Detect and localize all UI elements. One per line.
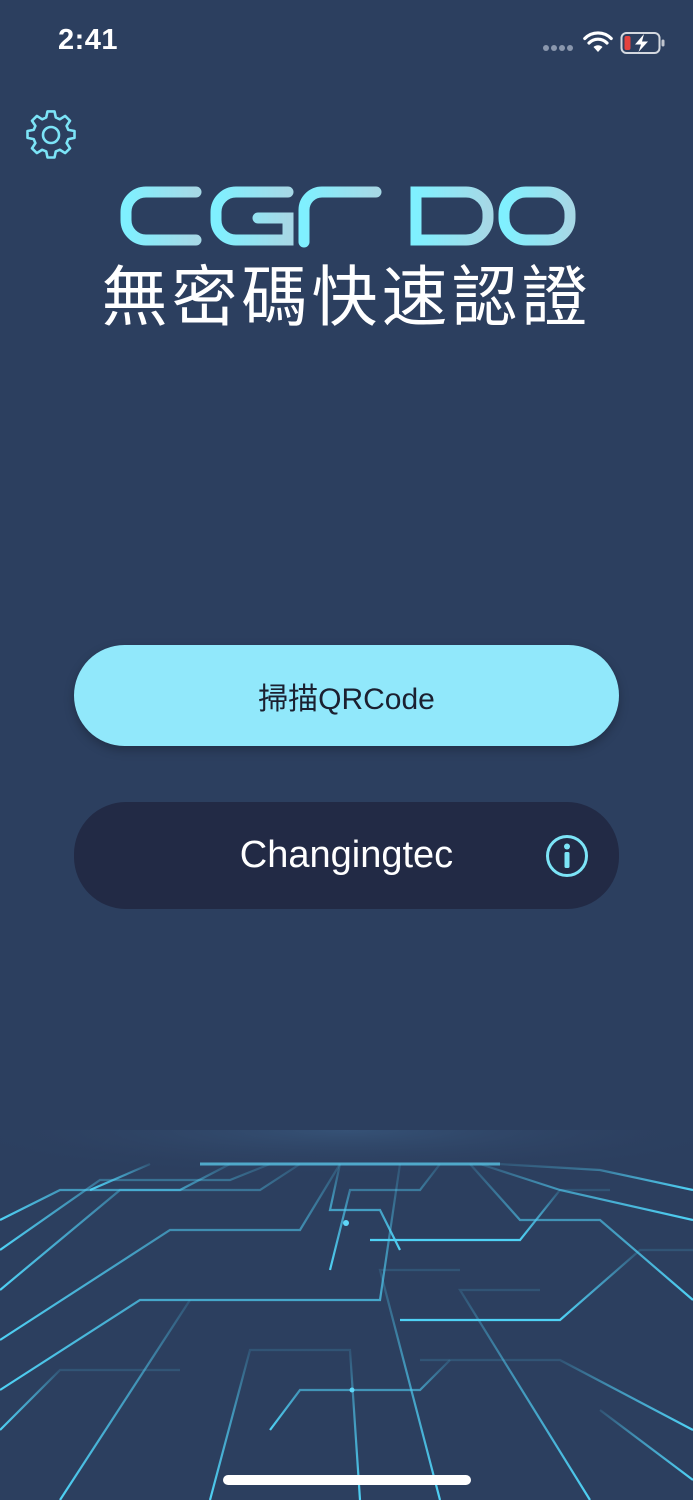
battery-charging-icon — [620, 32, 665, 54]
wifi-icon — [583, 31, 613, 52]
account-button[interactable]: Changingtec — [74, 802, 619, 909]
account-label: Changingtec — [239, 834, 454, 876]
status-time: 2:41 — [58, 24, 119, 56]
status-bar: 2:41 — [0, 0, 693, 88]
signal-dots-icon — [543, 45, 573, 51]
app-subtitle: 無密碼快速認證 — [101, 259, 592, 336]
circuit-floor-decoration — [0, 1130, 693, 1500]
scan-qrcode-label: 掃描QRCode — [258, 682, 435, 716]
home-indicator[interactable] — [223, 1475, 471, 1485]
gear-icon[interactable] — [26, 110, 76, 160]
info-icon[interactable] — [545, 834, 589, 878]
scan-qrcode-button[interactable]: 掃描QRCode — [74, 645, 619, 746]
cgfido-logo — [120, 186, 576, 248]
